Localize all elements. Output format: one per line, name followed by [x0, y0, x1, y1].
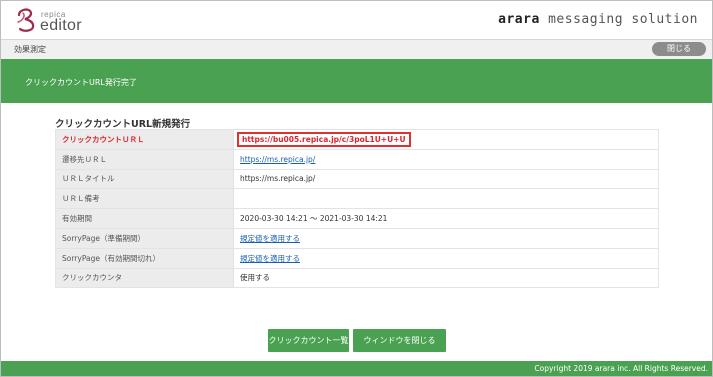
row-value: 規定値を適用する	[233, 247, 659, 269]
click-counter-value: 使用する	[233, 267, 659, 289]
logo-mark-icon	[17, 8, 35, 32]
table-row: SorryPage（準備期間） 規定値を適用する	[55, 227, 659, 249]
row-value: 規定値を適用する	[233, 227, 659, 249]
row-label: クリックカウントＵＲＬ	[55, 129, 234, 150]
row-value: https://ms.repica.jp/	[233, 148, 659, 170]
click-count-url[interactable]: https://bu005.repica.jp/c/3poL1U+U+U	[237, 131, 411, 147]
row-label: ＵＲＬ備考	[55, 188, 234, 210]
row-label: クリックカウンタ	[55, 267, 234, 289]
table-row: クリックカウントＵＲＬ https://bu005.repica.jp/c/3p…	[55, 129, 659, 150]
breadcrumb: 効果測定	[14, 45, 46, 54]
table-row: クリックカウンタ 使用する	[55, 267, 659, 289]
banner-title: クリックカウントURL発行完了	[25, 78, 137, 87]
sorrypage-expired-link[interactable]: 規定値を適用する	[240, 254, 300, 263]
row-label: SorryPage（準備期間）	[55, 227, 234, 249]
completion-banner: クリックカウントURL発行完了	[1, 59, 712, 103]
details-table: クリックカウントＵＲＬ https://bu005.repica.jp/c/3p…	[55, 129, 659, 289]
row-value: https://bu005.repica.jp/c/3poL1U+U+U	[233, 129, 659, 150]
copyright: Copyright 2019 arara inc. All Rights Res…	[534, 364, 708, 373]
row-label: 遷移先ＵＲＬ	[55, 148, 234, 170]
header: repica editor arara messaging solution	[1, 1, 712, 40]
brand-prefix: arara	[498, 12, 540, 27]
section-title: クリックカウントURL新規発行	[55, 119, 191, 130]
table-row: 遷移先ＵＲＬ https://ms.repica.jp/	[55, 148, 659, 170]
close-button[interactable]: 閉じる	[652, 42, 706, 56]
click-count-list-button[interactable]: クリックカウント一覧	[268, 329, 349, 352]
url-title-value: https://ms.repica.jp/	[233, 168, 659, 190]
table-row: ＵＲＬ備考	[55, 188, 659, 210]
table-row: SorryPage（有効期間切れ） 規定値を適用する	[55, 247, 659, 269]
sub-toolbar: 効果測定 閉じる	[1, 40, 712, 59]
brand-suffix: messaging solution	[539, 12, 698, 27]
row-label: SorryPage（有効期間切れ）	[55, 247, 234, 269]
url-note-value	[233, 188, 659, 210]
row-label: ＵＲＬタイトル	[55, 168, 234, 190]
close-window-button[interactable]: ウィンドウを閉じる	[353, 329, 446, 352]
repica-editor-logo: repica editor	[15, 7, 95, 35]
main-content: クリックカウントURL新規発行 クリックカウントＵＲＬ https://bu00…	[1, 103, 712, 361]
table-row: 有効期間 2020-03-30 14:21 ～ 2021-03-30 14:21	[55, 208, 659, 229]
table-row: ＵＲＬタイトル https://ms.repica.jp/	[55, 168, 659, 190]
logo-big-text: editor	[40, 17, 82, 34]
destination-url-link[interactable]: https://ms.repica.jp/	[240, 155, 315, 164]
validity-period-value: 2020-03-30 14:21 ～ 2021-03-30 14:21	[233, 208, 659, 229]
sorrypage-preparation-link[interactable]: 規定値を適用する	[240, 234, 300, 243]
row-label: 有効期間	[55, 208, 234, 229]
footer: Copyright 2019 arara inc. All Rights Res…	[1, 361, 712, 376]
brand-title: arara messaging solution	[498, 12, 698, 27]
